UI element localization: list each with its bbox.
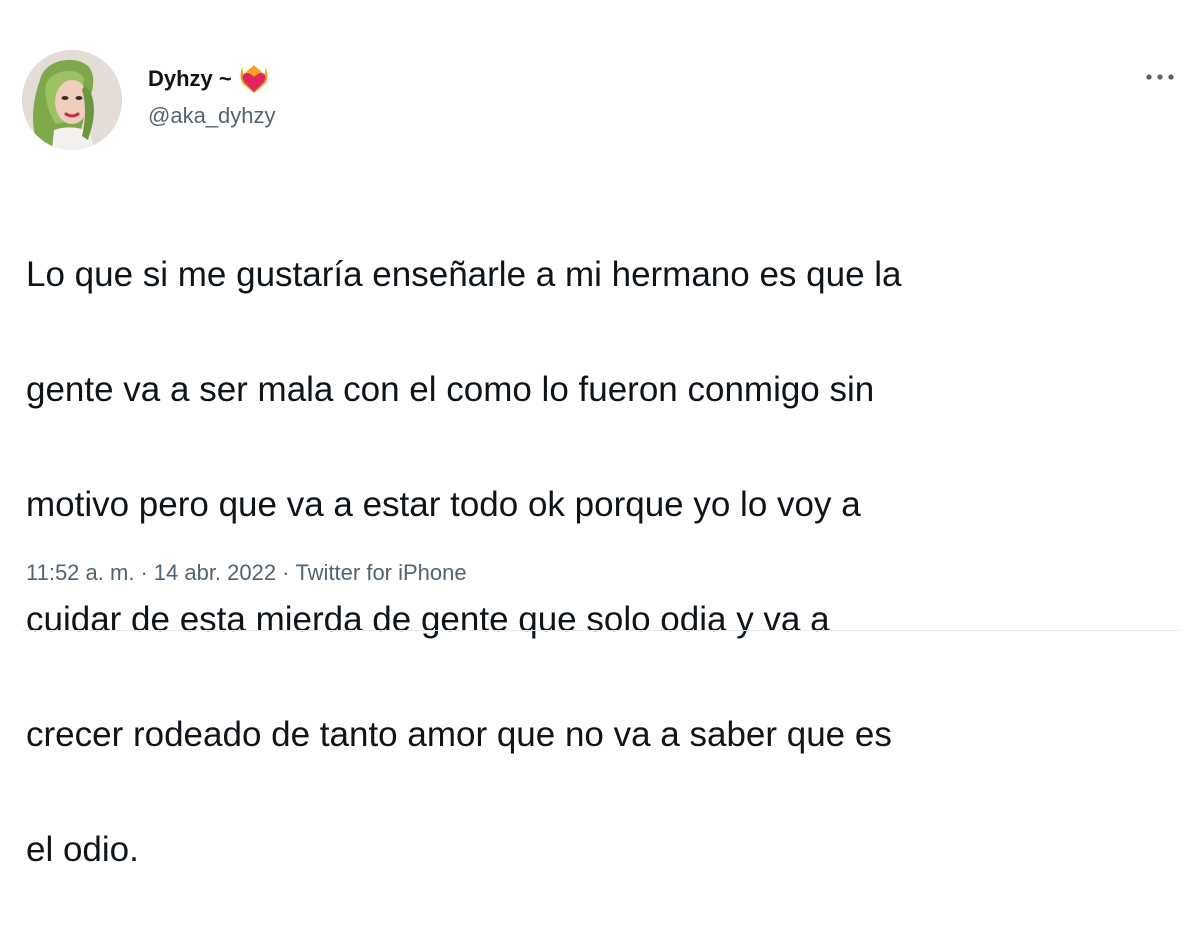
tweet-text-line: cuidar de esta mierda de gente que solo … (26, 599, 830, 639)
tweet-text-line: motivo pero que va a estar todo ok porqu… (26, 484, 861, 524)
author-name-row[interactable]: Dyhzy ~ (148, 62, 268, 96)
more-horizontal-icon (1146, 74, 1174, 80)
tweet-text-line: el odio. (26, 829, 139, 869)
tweet-time[interactable]: 11:52 a. m. (26, 560, 134, 586)
tweet-source[interactable]: Twitter for iPhone (295, 560, 466, 586)
author-handle[interactable]: @aka_dyhzy (148, 103, 276, 129)
meta-separator: · (140, 560, 148, 585)
display-name[interactable]: Dyhzy ~ (148, 66, 232, 92)
avatar[interactable] (22, 50, 122, 150)
tweet-text-line: Lo que si me gustaría enseñarle a mi her… (26, 254, 902, 294)
heart-on-fire-icon (240, 64, 268, 94)
tweet-card: Dyhzy ~ @aka_dyhzy Lo que si me gustaría… (0, 0, 1200, 869)
more-options-button[interactable] (1140, 62, 1180, 92)
meta-separator: · (282, 560, 290, 585)
tweet-meta: 11:52 a. m. · 14 abr. 2022 · Twitter for… (26, 560, 467, 586)
avatar-image (22, 50, 122, 150)
tweet-text-line: gente va a ser mala con el como lo fuero… (26, 369, 875, 409)
tweet-date[interactable]: 14 abr. 2022 (154, 560, 276, 586)
divider (22, 630, 1180, 631)
tweet-text-line: crecer rodeado de tanto amor que no va a… (26, 714, 892, 754)
